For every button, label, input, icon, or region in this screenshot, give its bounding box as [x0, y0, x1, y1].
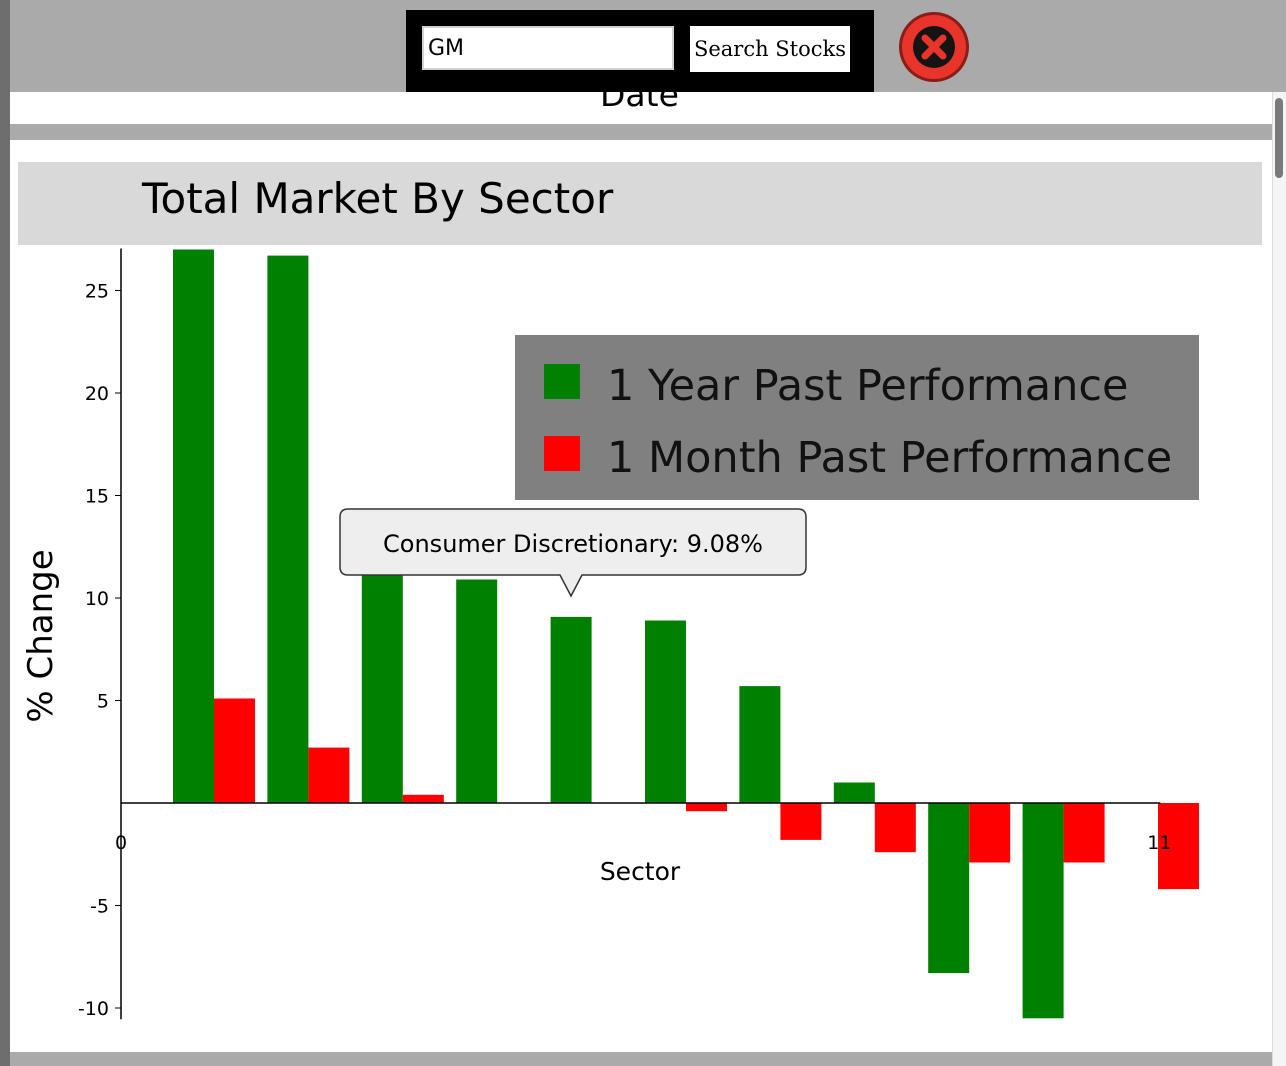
bar-1-month-10[interactable]: [1063, 803, 1105, 863]
y-tick-label: 15: [85, 486, 109, 508]
bar-1-year-5[interactable]: [550, 616, 592, 803]
bar-1-month-9[interactable]: [969, 803, 1011, 863]
previous-chart-panel: Date: [10, 92, 1272, 124]
bar-1-month-8[interactable]: [874, 803, 916, 853]
panel-separator: [10, 124, 1272, 140]
bar-tooltip: Consumer Discretionary: 9.08%: [339, 508, 807, 598]
y-tick-label: 5: [97, 691, 109, 713]
y-tick-label: 20: [85, 383, 109, 405]
search-stocks-button[interactable]: Search Stocks: [690, 26, 850, 72]
tooltip-text: Consumer Discretionary: 9.08%: [383, 530, 763, 558]
app-window: Search Stocks Date Total Market By Secto…: [0, 0, 1286, 1066]
bar-1-year-4[interactable]: [456, 579, 498, 804]
bar-1-year-10[interactable]: [1022, 803, 1064, 1019]
x-tick-label: 0: [115, 832, 127, 854]
search-box: Search Stocks: [406, 10, 874, 92]
legend-swatch-month: [544, 436, 580, 471]
bar-1-year-8[interactable]: [833, 782, 875, 804]
chart-legend: 1 Year Past Performance 1 Month Past Per…: [515, 335, 1199, 500]
vertical-scrollbar[interactable]: [1272, 92, 1286, 1066]
bottom-bar: [10, 1052, 1272, 1066]
y-tick-label: -10: [78, 998, 109, 1020]
bar-1-year-6[interactable]: [645, 620, 686, 804]
bar-1-year-9[interactable]: [928, 803, 970, 974]
y-tick-label: 10: [85, 588, 109, 610]
x-tick-label: 11: [1147, 832, 1171, 854]
close-circle-icon: [899, 12, 969, 82]
legend-swatch-year: [544, 364, 580, 399]
x-axis-label: Sector: [600, 857, 681, 886]
bar-1-month-1[interactable]: [214, 698, 255, 804]
bar-1-month-6[interactable]: [686, 803, 727, 812]
left-edge-strip: [0, 0, 10, 1066]
scrollbar-thumb[interactable]: [1275, 98, 1283, 178]
previous-chart-axis-label: Date: [600, 92, 679, 114]
legend-label-month: 1 Month Past Performance: [607, 433, 1172, 483]
search-input[interactable]: [422, 26, 674, 70]
close-button[interactable]: [897, 11, 971, 83]
bar-1-year-1[interactable]: [173, 249, 214, 804]
bar-1-year-2[interactable]: [267, 255, 309, 804]
sector-chart-panel: Total Market By Sector -10 -5 5 10 15 20 25 0 11…: [10, 140, 1272, 1052]
y-tick-label: 25: [85, 281, 109, 303]
bar-1-month-7[interactable]: [780, 803, 822, 840]
bar-1-year-7[interactable]: [739, 686, 781, 803]
bar-1-month-2[interactable]: [308, 747, 350, 803]
sector-bar-chart: -10 -5 5 10 15 20 25 0 11 % Change Sector 1 Year…: [21, 248, 1199, 1020]
bar-1-month-3[interactable]: [402, 794, 444, 803]
legend-label-year: 1 Year Past Performance: [607, 361, 1129, 411]
y-axis-label: % Change: [21, 549, 61, 722]
bar-1-year-3[interactable]: [361, 555, 403, 803]
y-tick-label: -5: [90, 896, 109, 918]
